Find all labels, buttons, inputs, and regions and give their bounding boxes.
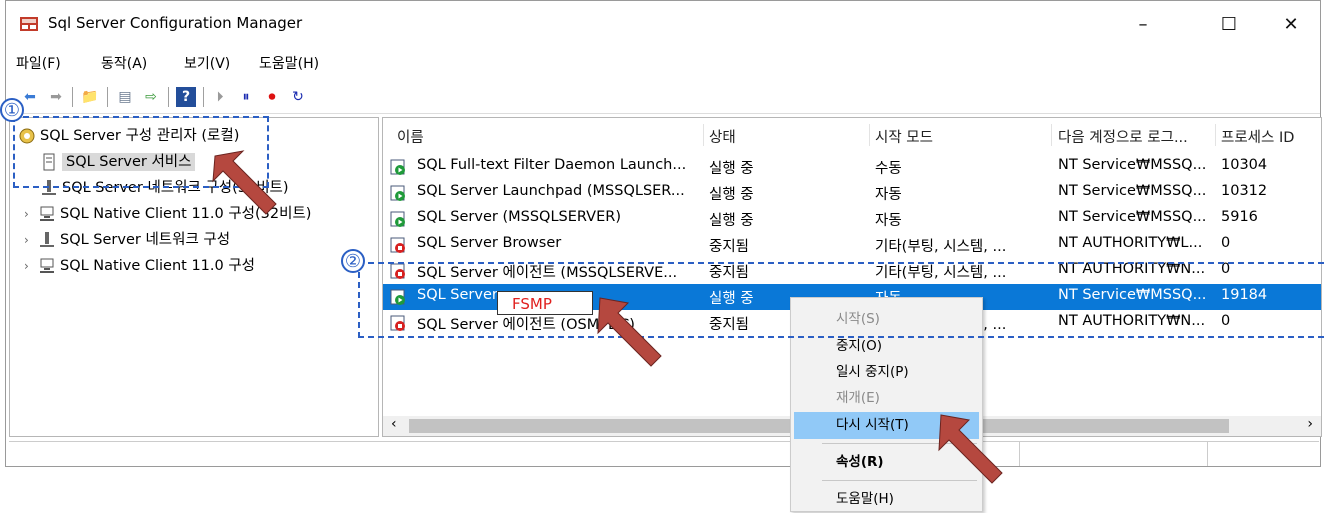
annotation-arrow-2 [597,297,662,367]
annotation-arrows [212,150,1003,484]
annotation-arrow-3 [938,414,1003,484]
annotation-arrow-1 [212,150,277,215]
